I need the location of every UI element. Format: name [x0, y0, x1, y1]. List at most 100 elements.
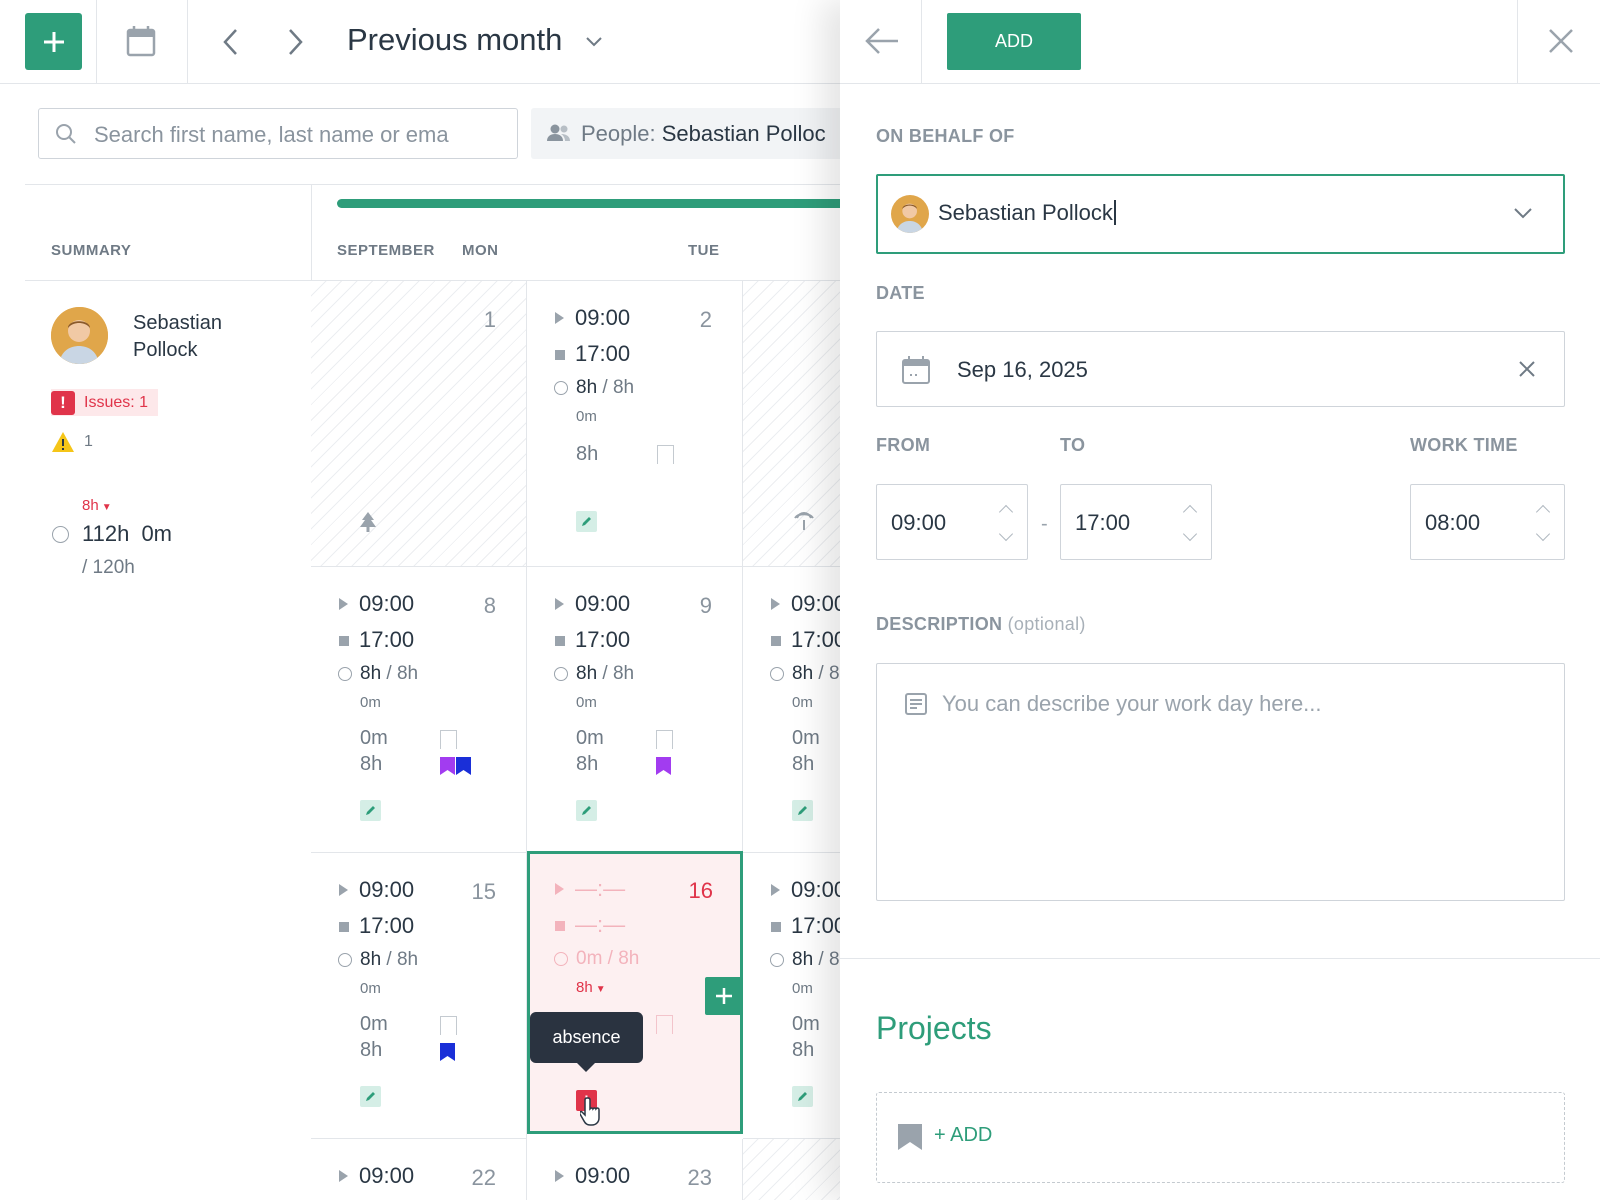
close-icon[interactable] [1547, 27, 1575, 60]
break-time: 0m [360, 694, 381, 711]
project-time: 0m [360, 727, 388, 749]
warning-icon [52, 432, 74, 452]
start-time: —:— [575, 876, 626, 901]
warnings-count: 1 [84, 433, 93, 450]
plus-icon: + [934, 1124, 946, 1146]
from-time-input[interactable]: 09:00 [876, 484, 1028, 560]
day-cell[interactable]: 23 09:00 [527, 1139, 743, 1200]
edit-icon[interactable] [576, 511, 597, 532]
increment-icon[interactable] [1182, 504, 1198, 520]
description-placeholder: You can describe your work day here... [942, 691, 1322, 716]
end-time: 17:00 [575, 341, 631, 366]
start-time: 09:00 [359, 877, 415, 902]
decrement-icon[interactable] [1535, 526, 1551, 542]
day-cell[interactable]: 1 [311, 281, 527, 567]
tooltip-text: absence [552, 1027, 621, 1047]
start-icon [339, 1170, 348, 1182]
start-icon [339, 884, 348, 896]
bookmark-icon [898, 1124, 922, 1150]
work-time-label: WORK TIME [1410, 435, 1518, 455]
bookmark-icon[interactable] [657, 445, 674, 464]
expected-hours: / 120h [82, 557, 135, 578]
project-time: 0m [360, 1013, 388, 1035]
calendar-icon [902, 356, 930, 384]
day-number: 15 [471, 879, 496, 904]
project-bookmark-icons[interactable] [440, 757, 472, 775]
search-placeholder: Search first name, last name or ema [94, 122, 449, 147]
bookmark-icon[interactable] [656, 730, 673, 749]
stop-icon [339, 922, 349, 932]
overtime-value: 8h [576, 979, 593, 996]
increment-icon[interactable] [1535, 504, 1551, 520]
day-cell[interactable]: 9 09:00 17:00 8h / 8h 0m 0m 8h [527, 567, 743, 853]
expected-hours: / 8h [602, 663, 635, 684]
add-day-entry-button[interactable] [705, 977, 743, 1015]
projects-add-button[interactable]: + ADD [934, 1124, 992, 1147]
decrement-icon[interactable] [1182, 526, 1198, 542]
edit-icon[interactable] [360, 1086, 381, 1107]
work-time-input[interactable]: 08:00 [1410, 484, 1565, 560]
bookmark-icon[interactable] [440, 1016, 457, 1035]
person-last-name: Pollock [133, 339, 198, 361]
start-time: 09:00 [791, 591, 847, 616]
chevron-left-icon[interactable] [222, 28, 240, 61]
people-filter[interactable]: People: Sebastian Polloc [531, 108, 851, 159]
search-input[interactable]: Search first name, last name or ema [38, 108, 518, 159]
end-time: 17:00 [359, 913, 415, 938]
start-icon [555, 883, 564, 895]
worked-hours: 0m / 8h [576, 948, 640, 969]
worked-hours: 8h [576, 377, 598, 398]
edit-icon[interactable] [792, 800, 813, 821]
project-time: 8h [360, 1039, 383, 1061]
tooltip: absence [530, 1012, 643, 1072]
bookmark-icon[interactable] [440, 730, 457, 749]
people-filter-label: People: [581, 121, 656, 146]
stop-icon [555, 350, 565, 360]
on-behalf-select[interactable]: Sebastian Pollock [876, 174, 1565, 254]
overtime-badge[interactable]: 8h ▼ [576, 979, 606, 996]
description-textarea[interactable]: You can describe your work day here... [876, 663, 1565, 901]
day-cell[interactable]: 2 09:00 17:00 8h / 8h 0m 8h [527, 281, 743, 567]
project-bookmark-icon[interactable] [440, 1043, 456, 1061]
end-time: 17:00 [791, 913, 847, 938]
on-behalf-label: ON BEHALF OF [876, 126, 1015, 146]
calendar-icon[interactable] [126, 25, 156, 62]
clock-icon [554, 667, 568, 681]
people-icon [547, 124, 570, 141]
edit-icon[interactable] [360, 800, 381, 821]
day-cell[interactable]: 8 09:00 17:00 8h / 8h 0m 0m 8h [311, 567, 527, 853]
add-entry-button[interactable] [25, 13, 82, 70]
avatar[interactable] [51, 307, 108, 364]
day-header-tue: TUE [688, 242, 720, 259]
month-header: SEPTEMBER [337, 242, 435, 259]
start-time: 09:00 [359, 1163, 415, 1188]
chevron-down-icon [586, 37, 602, 47]
projects-add-label: ADD [950, 1124, 993, 1146]
date-field[interactable]: Sep 16, 2025 [876, 331, 1565, 407]
project-time: 0m [576, 727, 604, 749]
period-selector[interactable]: Previous month [347, 22, 603, 58]
break-time: 0m [576, 408, 597, 425]
project-time: 8h [792, 1039, 815, 1061]
project-bookmark-icon[interactable] [656, 757, 672, 775]
issues-badge[interactable]: ! Issues: 1 [51, 389, 159, 416]
chevron-right-icon[interactable] [286, 28, 304, 61]
to-time-input[interactable]: 17:00 [1060, 484, 1212, 560]
day-cell[interactable]: 15 09:00 17:00 8h / 8h 0m 0m 8h [311, 853, 527, 1139]
vacation-icon [794, 512, 814, 530]
clear-icon[interactable] [1518, 360, 1536, 378]
add-button[interactable]: ADD [947, 13, 1081, 70]
bookmark-icon[interactable] [656, 1015, 673, 1034]
warnings-indicator[interactable]: 1 [51, 431, 93, 453]
search-icon [56, 124, 76, 144]
edit-icon[interactable] [792, 1086, 813, 1107]
day-cell[interactable]: 22 09:00 [311, 1139, 527, 1200]
edit-icon[interactable] [576, 800, 597, 821]
overtime-badge[interactable]: 8h ▼ [82, 497, 112, 514]
increment-icon[interactable] [998, 504, 1014, 520]
arrow-left-icon[interactable] [864, 26, 900, 61]
break-time: 0m [576, 694, 597, 711]
worked-hours: 8h [792, 949, 814, 970]
decrement-icon[interactable] [998, 526, 1014, 542]
projects-add-area[interactable]: + ADD [876, 1092, 1565, 1183]
